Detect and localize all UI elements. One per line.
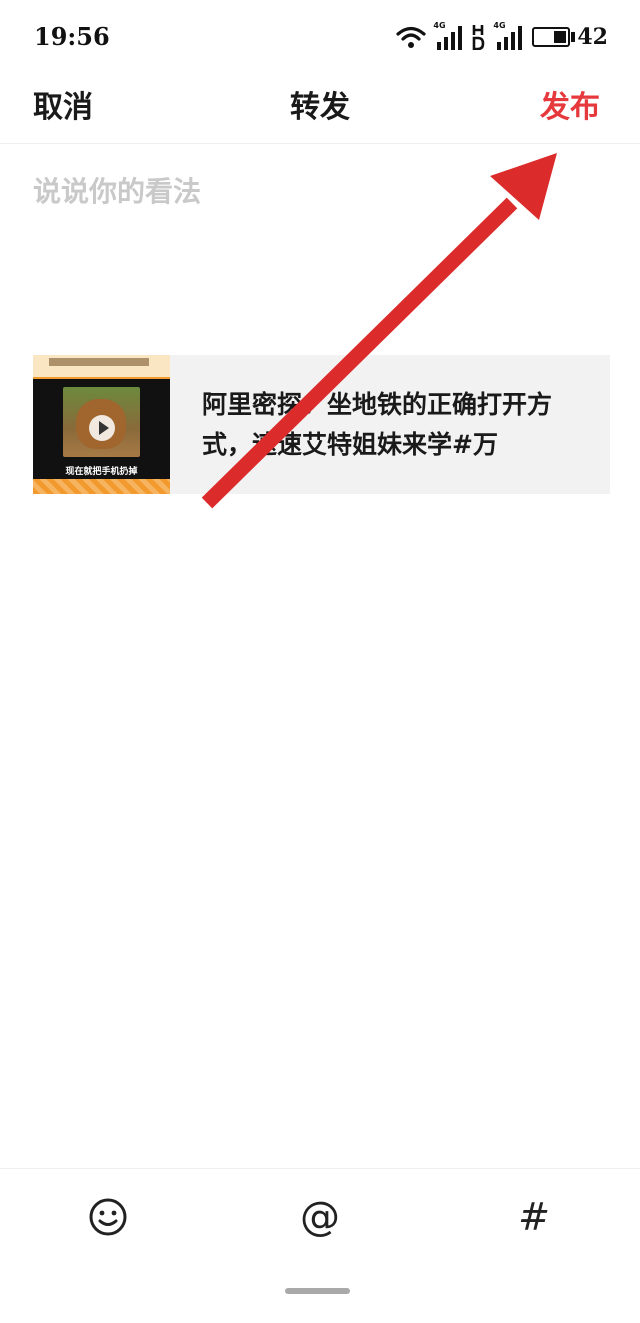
hashtag-icon: # xyxy=(518,1195,550,1239)
battery-indicator: 42 xyxy=(532,24,608,50)
battery-cap xyxy=(571,32,576,42)
thumbnail-caption: 现在就把手机扔掉 xyxy=(65,467,138,477)
wifi-icon xyxy=(396,26,426,48)
home-indicator[interactable] xyxy=(285,1288,350,1294)
thumbnail-video-frame: 现在就把手机扔掉 xyxy=(33,379,170,479)
hashtag-button[interactable]: # xyxy=(512,1195,556,1239)
network-type-label-2: 4G xyxy=(493,21,506,30)
cancel-button[interactable]: 取消 xyxy=(33,82,93,126)
hd-icon xyxy=(473,25,485,50)
battery-level-fill xyxy=(553,31,567,43)
signal-icon-1: 4G xyxy=(433,21,463,50)
shared-post-text: 阿里密探：坐地铁的正确打开方式，速速艾特姐妹来学#万 xyxy=(202,390,553,459)
status-icons: 4G 4G 42 xyxy=(396,20,608,54)
mention-button[interactable]: @ xyxy=(298,1194,342,1240)
at-icon: @ xyxy=(300,1194,340,1240)
status-time: 19:56 xyxy=(34,22,110,51)
emoji-button[interactable] xyxy=(86,1195,130,1239)
header-bar: 取消 转发 发布 xyxy=(0,72,640,144)
play-icon xyxy=(89,415,115,441)
thumbnail-banner xyxy=(33,355,170,377)
bottom-toolbar: @ # xyxy=(0,1168,640,1268)
network-type-label: 4G xyxy=(433,21,446,30)
comment-input[interactable] xyxy=(33,170,608,320)
smiley-icon xyxy=(89,1198,127,1236)
battery-level-text: 42 xyxy=(577,24,608,50)
signal-icon-2: 4G xyxy=(493,21,523,50)
publish-button[interactable]: 发布 xyxy=(540,82,600,126)
thumbnail-stripes xyxy=(33,479,170,494)
video-thumbnail: 现在就把手机扔掉 xyxy=(33,355,170,494)
battery-icon xyxy=(532,27,571,47)
status-bar: 19:56 4G 4G 42 xyxy=(0,0,640,72)
shared-post-card[interactable]: 现在就把手机扔掉 阿里密探：坐地铁的正确打开方式，速速艾特姐妹来学#万 xyxy=(33,355,610,494)
